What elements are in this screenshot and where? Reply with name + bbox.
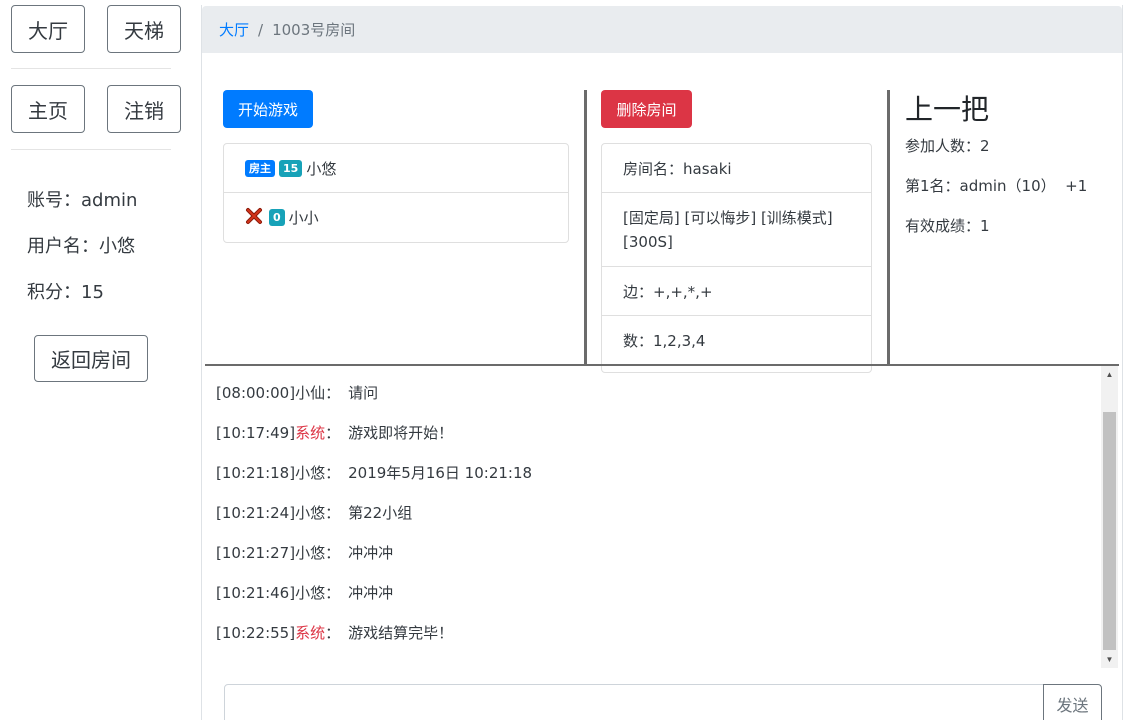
host-badge: 房主 [245, 159, 275, 177]
chat-message: [10:21:27]小悠： 冲冲冲 [216, 544, 394, 562]
breadcrumb-separator: / [258, 20, 264, 39]
breadcrumb-hall-link[interactable]: 大厅 [219, 19, 249, 40]
room-name: 房间名：hasaki [623, 159, 732, 178]
last-game-valid: 有效成绩：1 [905, 217, 990, 235]
last-game-participants: 参加人数：2 [905, 137, 990, 155]
sidebar-divider [11, 68, 171, 69]
player-name: 小小 [288, 209, 319, 227]
sidebar-divider [11, 149, 171, 150]
chat-message: [10:21:46]小悠： 冲冲冲 [216, 584, 394, 602]
send-button[interactable]: 发送 [1043, 684, 1102, 720]
player-name: 小悠 [306, 159, 337, 178]
scroll-down-arrow-icon[interactable]: ▼ [1101, 651, 1118, 668]
username-label: 用户名：小悠 [27, 236, 135, 257]
chat-log: [08:00:00]小仙： 请问 [10:17:49]系统： 游戏即将开始！ [10… [205, 366, 1119, 668]
room-rules-row: [固定局] [可以悔步] [训练模式] [300S] [602, 193, 871, 267]
breadcrumb: 大厅 / 1003号房间 [202, 6, 1122, 53]
logout-button[interactable]: 注销 [107, 85, 181, 133]
column-divider [887, 90, 890, 366]
last-game-title: 上一把 [905, 93, 990, 126]
column-divider [584, 90, 587, 366]
start-game-button[interactable]: 开始游戏 [223, 90, 313, 128]
breadcrumb-current: 1003号房间 [272, 21, 356, 39]
room-edges-row: 边：+,+,*,+ [602, 267, 871, 316]
chat-input[interactable] [224, 684, 1044, 720]
chat-message: [10:22:55]系统： 游戏结算完毕！ [216, 624, 454, 642]
chat-message: [10:21:24]小悠： 第22小组 [216, 504, 413, 522]
player-score-badge: 15 [279, 159, 303, 177]
scroll-thumb[interactable] [1103, 412, 1116, 650]
room-edges: 边：+,+,*,+ [623, 282, 713, 301]
chat-scrollbar[interactable]: ▲ ▼ [1101, 366, 1118, 668]
back-to-room-button[interactable]: 返回房间 [34, 335, 148, 382]
nav-hall-button[interactable]: 大厅 [11, 5, 85, 53]
scroll-up-arrow-icon[interactable]: ▲ [1101, 366, 1118, 383]
chat-message: [08:00:00]小仙： 请问 [216, 384, 379, 402]
player-score-badge: 0 [269, 209, 285, 226]
chat-message: [10:21:18]小悠： 2019年5月16日 10:21:18 [216, 464, 533, 482]
room-name-row: 房间名：hasaki [602, 144, 871, 193]
delete-room-button[interactable]: 删除房间 [601, 90, 692, 128]
account-label: 账号：admin [27, 190, 138, 211]
last-game-rank1: 第1名：admin（10） +1 [905, 177, 1088, 195]
player-row: 房主 15 小悠 [224, 144, 568, 193]
room-rules: [固定局] [可以悔步] [训练模式] [300S] [623, 208, 833, 251]
player-row: 0 小小 [224, 193, 568, 242]
x-mark-icon [245, 207, 263, 229]
nav-home-button[interactable]: 主页 [11, 85, 85, 133]
room-info-list: 房间名：hasaki [固定局] [可以悔步] [训练模式] [300S] 边：… [601, 143, 872, 373]
nav-ladder-button[interactable]: 天梯 [107, 5, 181, 53]
score-label: 积分：15 [27, 282, 104, 303]
player-list: 房主 15 小悠 0 小小 [223, 143, 569, 243]
room-numbers: 数：1,2,3,4 [623, 331, 706, 350]
chat-message: [10:17:49]系统： 游戏即将开始！ [216, 424, 454, 442]
